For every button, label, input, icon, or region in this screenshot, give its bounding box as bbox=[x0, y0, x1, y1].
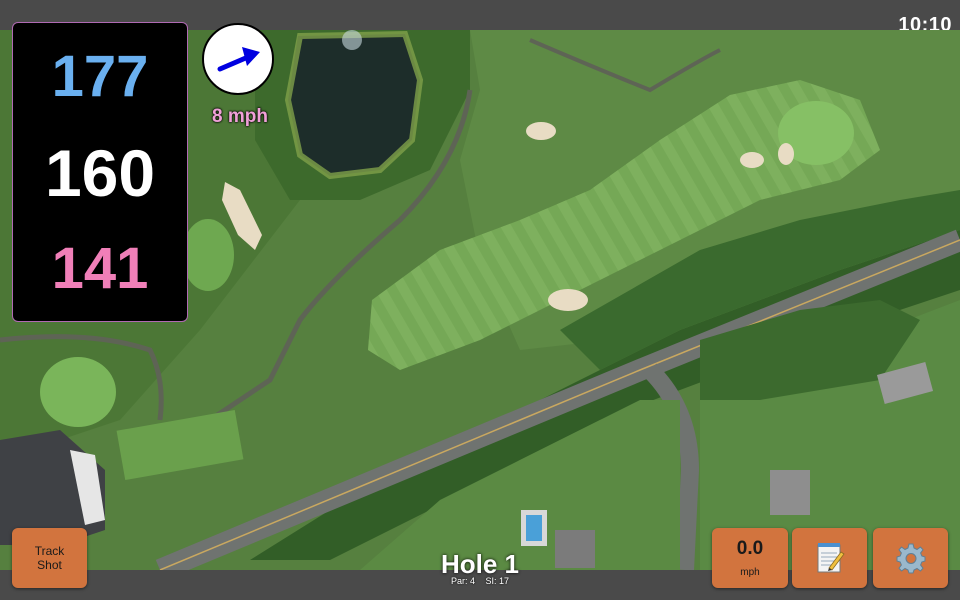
distance-panel: 177 160 141 bbox=[12, 22, 188, 322]
middle-distance: 160 bbox=[44, 136, 156, 210]
notes-button[interactable] bbox=[792, 528, 867, 588]
front-distance: 141 bbox=[51, 236, 149, 301]
speed-value: 0.0 bbox=[736, 538, 764, 559]
track-shot-button[interactable]: Track Shot bbox=[12, 528, 87, 588]
speed-unit: mph bbox=[740, 567, 760, 578]
notepad-icon bbox=[817, 543, 845, 573]
hole-title: Hole 1 bbox=[440, 549, 520, 579]
gear-icon bbox=[896, 543, 925, 574]
back-distance: 177 bbox=[51, 44, 149, 109]
stroke-index-label: SI: 17 bbox=[485, 576, 510, 586]
track-shot-label-line1: Track bbox=[34, 544, 65, 558]
track-shot-label-line2: Shot bbox=[37, 558, 62, 572]
speed-button[interactable]: 0.0 mph bbox=[712, 528, 788, 588]
wind-arrow-icon bbox=[217, 47, 260, 72]
par-label: Par: 4 bbox=[450, 576, 475, 586]
hole-meta: Par: 4 SI: 17 bbox=[380, 576, 580, 586]
settings-button[interactable] bbox=[873, 528, 948, 588]
wind-direction-indicator bbox=[202, 23, 274, 95]
wind-speed-label: 8 mph bbox=[212, 106, 268, 127]
hole-info: Hole 1 Par: 4 SI: 17 bbox=[380, 550, 580, 586]
